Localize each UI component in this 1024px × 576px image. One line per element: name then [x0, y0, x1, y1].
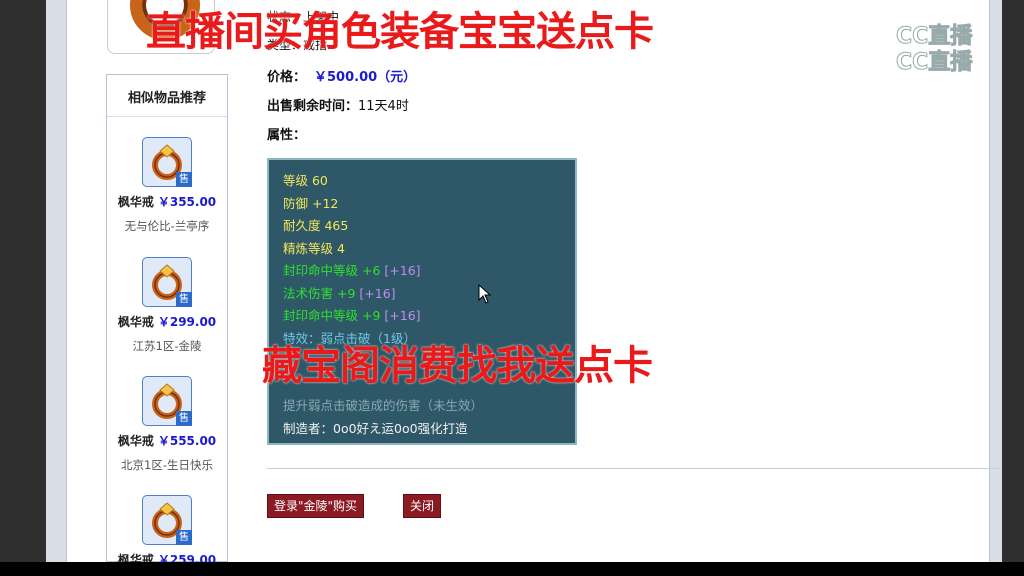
- attribute-line: 制造者：0o0好え运0o0强化打造: [283, 420, 468, 436]
- attribute-line: 防御 +12: [283, 195, 339, 211]
- price-label: 价格：: [267, 70, 307, 85]
- sale-badge: 售: [176, 172, 192, 187]
- time-label: 出售剩余时间：: [267, 99, 359, 114]
- stream-overlay-middle: 藏宝阁消费找我送点卡: [262, 343, 653, 389]
- sidebar-title: 相似物品推荐: [107, 75, 227, 117]
- stream-overlay-top: 直播间买角色装备宝宝送点卡: [146, 9, 654, 55]
- cc-logo-icon: [857, 23, 899, 65]
- similar-item[interactable]: 售 枫华戒 ￥259.00: [107, 495, 227, 568]
- ring-icon[interactable]: 售: [142, 376, 192, 426]
- similar-item[interactable]: 售 枫华戒 ￥555.00 北京1区-生日快乐: [107, 376, 227, 473]
- close-button[interactable]: 关闭: [403, 494, 442, 518]
- attr-label: 属性：: [267, 128, 307, 143]
- attribute-line: 耐久度 465: [283, 218, 349, 233]
- time-value: 11天4时: [358, 99, 409, 114]
- attribute-line: 等级 60: [283, 173, 328, 188]
- similar-item-name: 枫华戒: [117, 315, 154, 329]
- cc-live-watermark: CC直播 CC直播: [856, 16, 996, 76]
- mouse-cursor-icon: [478, 284, 492, 304]
- attribute-panel: 等级 60 防御 +12 耐久度 465 精炼等级 4 封印命中等级 +6 [+…: [267, 158, 577, 445]
- attribute-line: 封印命中等级 +6 [+16]: [283, 263, 421, 278]
- sale-badge: 售: [176, 530, 192, 545]
- attribute-line: 精炼等级 4: [283, 240, 345, 256]
- divider: [267, 468, 999, 469]
- attribute-line: 提升弱点击破造成的伤害（未生效）: [283, 398, 484, 413]
- similar-item-server: 无与伦比-兰亭序: [124, 219, 210, 233]
- video-letterbox-left: [0, 0, 46, 576]
- ring-icon[interactable]: 售: [142, 495, 192, 545]
- sale-badge: 售: [176, 292, 192, 307]
- similar-item-name: 枫华戒: [117, 195, 154, 209]
- ring-icon[interactable]: 售: [142, 257, 192, 307]
- sale-badge: 售: [176, 411, 192, 426]
- similar-items-sidebar: 相似物品推荐 售 枫华戒 ￥355.00 无与伦比-兰亭序 售 枫华戒 ￥299.0…: [106, 74, 228, 567]
- price-row: 价格： ￥500.00（元）: [267, 66, 416, 85]
- similar-item-name: 枫华戒: [117, 434, 154, 448]
- price-value: ￥500.00（元）: [314, 70, 417, 85]
- similar-item-server: 江苏1区-金陵: [132, 339, 202, 353]
- ring-icon[interactable]: 售: [142, 137, 192, 187]
- time-row: 出售剩余时间：11天4时: [267, 95, 409, 114]
- attribute-line: 封印命中等级 +9 [+16]: [283, 308, 421, 323]
- similar-item-server: 北京1区-生日快乐: [121, 458, 213, 472]
- watermark-brand: CC直播: [895, 50, 973, 76]
- similar-item[interactable]: 售 枫华戒 ￥355.00 无与伦比-兰亭序: [107, 137, 227, 234]
- similar-item[interactable]: 售 枫华戒 ￥299.00 江苏1区-金陵: [107, 257, 227, 354]
- video-letterbox-right: [1002, 0, 1024, 576]
- similar-item-price: ￥299.00: [157, 315, 217, 329]
- video-bottom-bar: [0, 562, 1024, 576]
- login-buy-button[interactable]: 登录"金陵"购买: [267, 494, 365, 518]
- attribute-line: 法术伤害 +9 [+16]: [283, 285, 396, 301]
- similar-item-price: ￥355.00: [157, 195, 217, 209]
- trade-page: 状态：上架中 类型：戒指 价格： ￥500.00（元） 出售剩余时间：11天4时 …: [46, 0, 1002, 567]
- similar-item-price: ￥555.00: [157, 434, 217, 448]
